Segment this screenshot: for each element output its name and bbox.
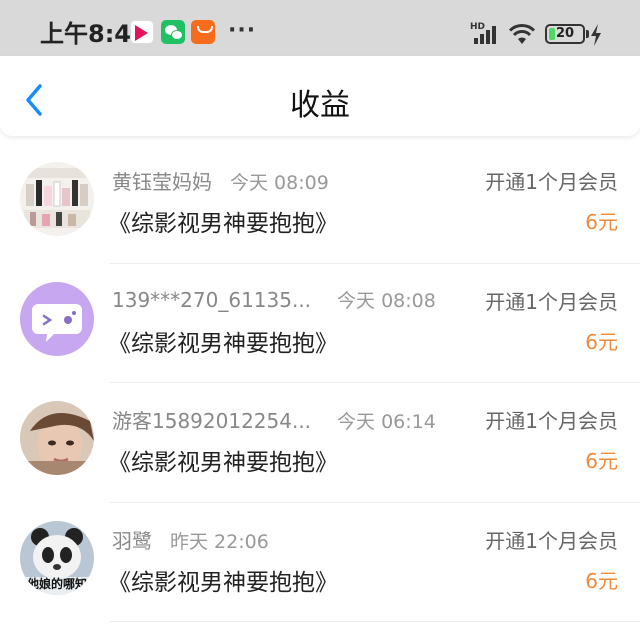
page-title: 收益 <box>290 88 350 123</box>
earning-meta: 游客15892012254... 今天 06:14 <box>112 405 436 434</box>
earnings-list: 黄钰莹妈妈 今天 08:09 《综影视男神要抱抱》 开通1个月会员 6元 139*… <box>0 144 640 622</box>
product-collage-avatar <box>20 162 94 236</box>
earning-time: 今天 08:09 <box>230 172 329 194</box>
earning-meta: 黄钰莹妈妈 今天 08:09 <box>112 166 329 195</box>
battery-icon: 20 <box>545 24 585 44</box>
book-title: 《综影视男神要抱抱》 <box>108 450 338 476</box>
portrait-avatar <box>20 401 94 475</box>
book-title: 《综影视男神要抱抱》 <box>108 211 338 237</box>
more-notifications-icon: ··· <box>228 18 257 43</box>
user-name: 黄钰莹妈妈 <box>112 170 212 194</box>
divider <box>110 621 640 622</box>
wechat-icon <box>161 20 185 44</box>
book-title: 《综影视男神要抱抱》 <box>108 330 338 357</box>
list-item[interactable]: 游客15892012254... 今天 06:14 《综影视男神要抱抱》 开通1个… <box>0 383 640 503</box>
earning-amount: 6元 <box>585 210 618 234</box>
earning-amount: 6元 <box>585 449 618 473</box>
user-name: 139***270_61135... <box>112 287 312 312</box>
user-name: 游客15892012254... <box>112 409 312 433</box>
book-title: 《综影视男神要抱抱》 <box>108 569 338 596</box>
chat-bubble-avatar <box>20 281 94 356</box>
earning-time: 今天 08:08 <box>337 289 436 312</box>
panda-avatar: 他娘的哪知 <box>20 520 94 595</box>
earning-meta: 羽鹭 昨天 22:06 <box>112 525 269 554</box>
battery-cap <box>586 30 589 38</box>
wifi-icon <box>508 24 536 44</box>
battery-percent: 20 <box>555 26 575 41</box>
list-item[interactable]: 黄钰莹妈妈 今天 08:09 《综影视男神要抱抱》 开通1个月会员 6元 <box>0 144 640 264</box>
earning-action: 开通1个月会员 <box>485 409 618 433</box>
earning-time: 昨天 22:06 <box>170 530 269 553</box>
earning-action: 开通1个月会员 <box>485 170 618 194</box>
video-app-icon <box>130 20 154 44</box>
shopping-bag-icon <box>191 20 215 44</box>
earning-action: 开通1个月会员 <box>485 289 618 314</box>
earning-action: 开通1个月会员 <box>485 528 618 553</box>
list-item[interactable]: 他娘的哪知 羽鹭 昨天 22:06 《综影视男神要抱抱》 开通1个月会员 6元 <box>0 503 640 622</box>
earning-time: 今天 06:14 <box>337 411 436 433</box>
earning-amount: 6元 <box>585 329 618 354</box>
earning-amount: 6元 <box>585 568 618 593</box>
earning-meta: 139***270_61135... 今天 08:08 <box>112 286 436 313</box>
user-name: 羽鹭 <box>112 528 152 553</box>
list-item[interactable]: 139***270_61135... 今天 08:08 《综影视男神要抱抱》 开通… <box>0 264 640 383</box>
avatar-caption: 他娘的哪知 <box>26 576 87 591</box>
nav-bar: 收益 <box>0 56 640 136</box>
status-bar: 上午8:44 ··· HD 20 <box>0 0 640 60</box>
charging-icon <box>591 24 601 46</box>
signal-icon <box>474 26 500 44</box>
